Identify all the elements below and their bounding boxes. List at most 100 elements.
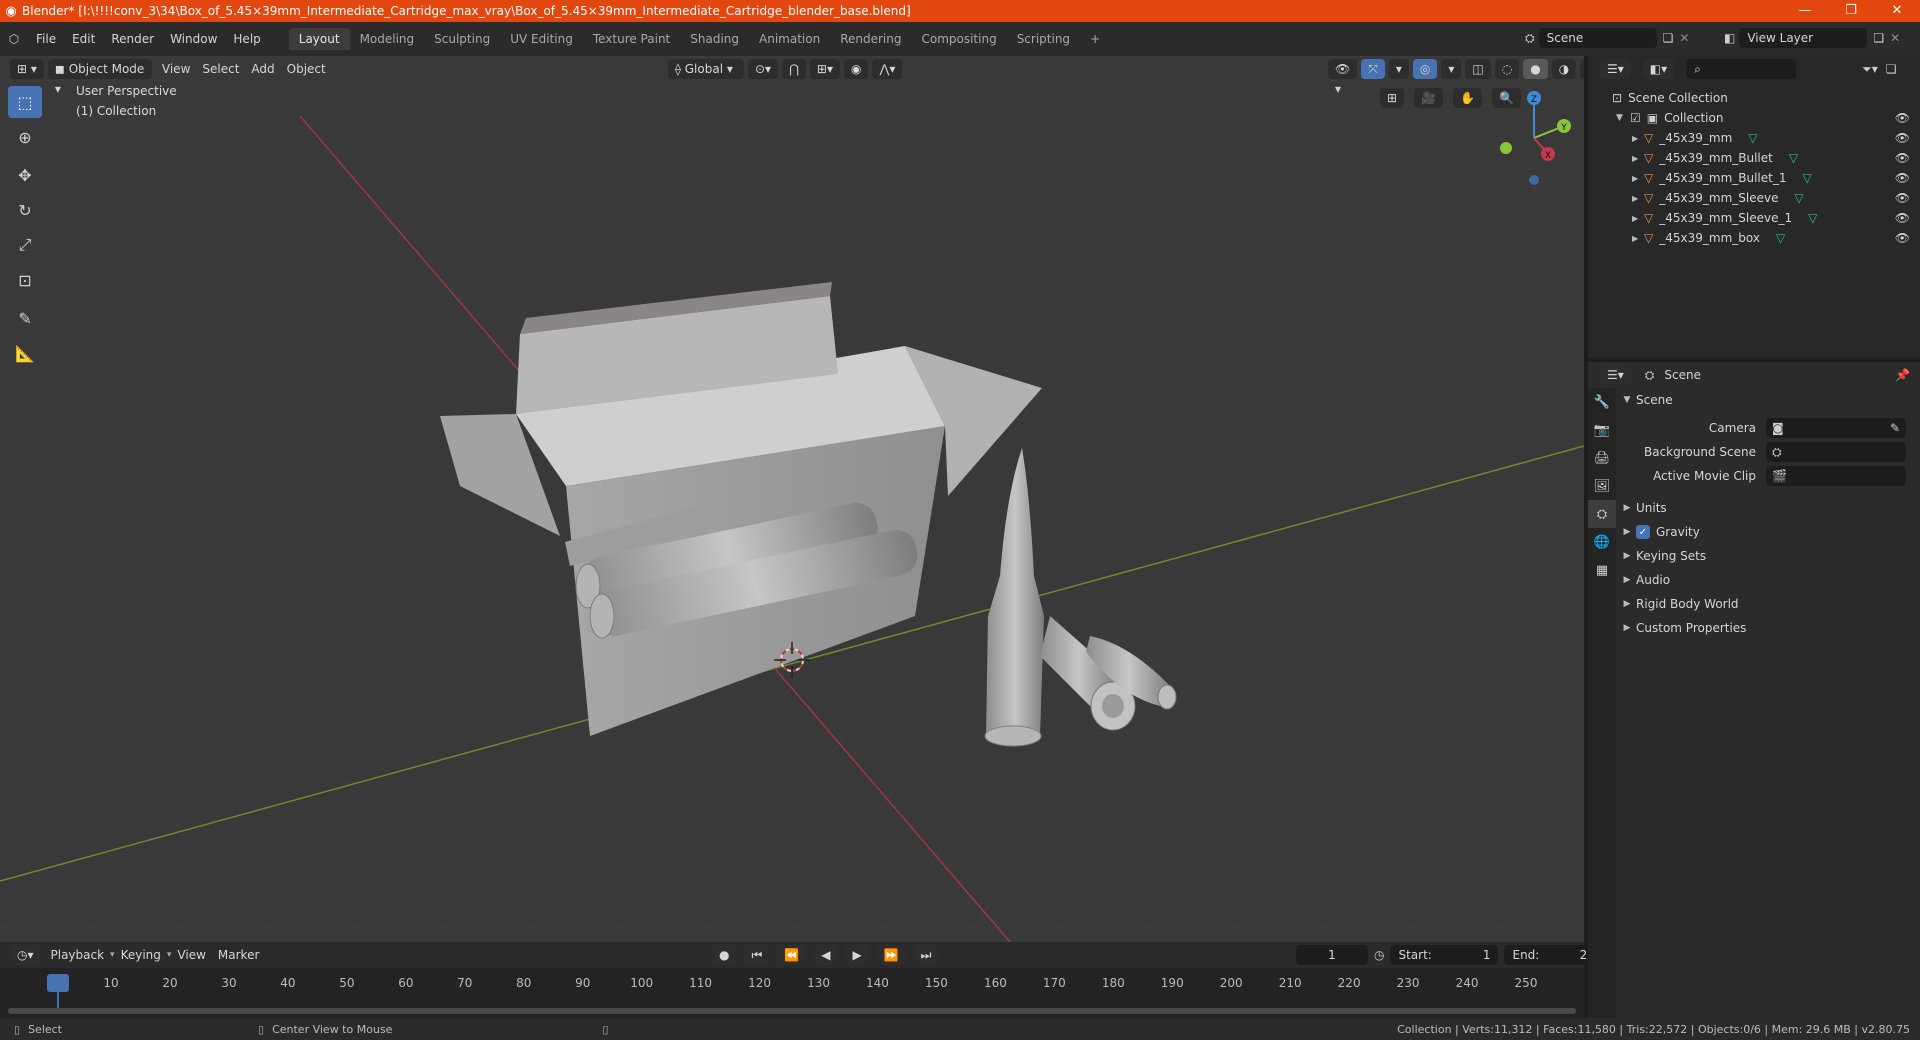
tab-animation[interactable]: Animation — [749, 28, 830, 50]
view-layer-field[interactable]: View Layer — [1739, 28, 1868, 48]
outliner-editor-type-icon[interactable]: ☰▾ — [1600, 59, 1631, 79]
scene-tab-icon[interactable]: ⛭ — [1588, 500, 1616, 528]
falloff-icon[interactable]: ⋀▾ — [872, 59, 903, 79]
world-tab-icon[interactable]: 🌐 — [1588, 528, 1616, 556]
viewport-menu-add[interactable]: Add — [245, 58, 280, 80]
expand-icon[interactable]: ▶ — [1632, 194, 1644, 203]
new-scene-icon[interactable]: ❏ — [1663, 31, 1674, 45]
transform-orientation-selector[interactable]: ⟠ Global ▾ — [668, 59, 744, 79]
expand-icon[interactable]: ▶ — [1632, 134, 1644, 143]
snap-target-icon[interactable]: ⊞▾ — [809, 59, 840, 79]
play-icon[interactable]: ▶ — [845, 945, 869, 965]
eye-icon[interactable]: 👁 — [1895, 231, 1910, 245]
wireframe-shading-icon[interactable]: ◌ — [1494, 59, 1520, 79]
mesh-data-icon[interactable]: ▽ — [1802, 171, 1811, 185]
move-tool-icon[interactable]: ✥ — [8, 159, 42, 191]
snap-icon[interactable]: ⋂ — [782, 59, 806, 79]
menu-window[interactable]: Window — [162, 28, 225, 50]
active-movie-clip-field[interactable]: 🎬 — [1766, 466, 1906, 486]
editor-type-button[interactable]: ⊞ ▾ — [10, 59, 44, 79]
eye-icon[interactable]: 👁 — [1895, 191, 1910, 205]
close-button[interactable]: ✕ — [1874, 0, 1920, 22]
preview-range-icon[interactable]: ◷ — [1374, 948, 1384, 962]
navigation-gizmo[interactable]: Z Y X — [1490, 86, 1574, 190]
viewport-menu-object[interactable]: Object — [281, 58, 332, 80]
new-collection-icon[interactable]: ❏ — [1886, 62, 1897, 76]
timeline-menu-playback[interactable]: Playback — [45, 944, 111, 966]
blender-menu-icon[interactable]: ⬡ — [0, 32, 28, 46]
subpanel-header[interactable]: ▶ Units — [1618, 496, 1918, 520]
playhead[interactable] — [47, 974, 69, 992]
minimize-button[interactable]: — — [1782, 0, 1828, 22]
outliner-search-input[interactable]: ⌕ — [1686, 59, 1797, 79]
pin-icon[interactable]: 📌 — [1895, 368, 1910, 382]
expand-icon[interactable]: ▶ — [1632, 214, 1644, 223]
proportional-edit-icon[interactable]: ◉ — [844, 59, 869, 79]
timeline-editor-type-icon[interactable]: ◷▾ — [10, 945, 41, 965]
xray-icon[interactable]: ◫ — [1465, 59, 1491, 79]
toggle-ortho-icon[interactable]: ⊞ — [1380, 88, 1405, 108]
select-box-tool-icon[interactable]: ⬚ — [8, 86, 42, 118]
scale-tool-icon[interactable]: ⤢ — [8, 229, 42, 261]
render-tab-icon[interactable]: 📷 — [1588, 416, 1616, 444]
collection-checkbox[interactable]: ☑ — [1630, 111, 1641, 125]
camera-field[interactable]: ◙ ✎ — [1766, 418, 1906, 438]
rendered-shading-icon[interactable]: ◐ — [1580, 59, 1584, 79]
outliner-collection[interactable]: ▼ ☑ ▣ Collection 👁 — [1588, 108, 1920, 128]
cursor-tool-icon[interactable]: ⊕ — [8, 121, 42, 153]
outliner-object-row[interactable]: ▶ ▽ _45x39_mm_box ▽ 👁 — [1588, 228, 1920, 248]
properties-editor-type-icon[interactable]: ☰▾ — [1600, 365, 1631, 385]
eye-icon[interactable]: 👁 — [1895, 171, 1910, 185]
tool-tab-icon[interactable]: 🔧 — [1588, 388, 1616, 416]
subpanel-header[interactable]: ▶ Custom Properties — [1618, 616, 1918, 640]
eye-icon[interactable]: 👁 — [1895, 131, 1910, 145]
mesh-data-icon[interactable]: ▽ — [1808, 211, 1817, 225]
add-workspace-button[interactable]: + — [1080, 28, 1110, 50]
viewport-menu-view[interactable]: View — [156, 58, 196, 80]
tab-shading[interactable]: Shading — [680, 28, 749, 50]
view-layer-icon[interactable]: ◧ — [1724, 31, 1735, 45]
annotate-tool-icon[interactable]: ✎ — [8, 302, 42, 334]
subpanel-header[interactable]: ▶ ✓ Gravity — [1618, 520, 1918, 544]
measure-tool-icon[interactable]: 📐 — [8, 337, 42, 369]
tab-texture-paint[interactable]: Texture Paint — [583, 28, 680, 50]
remove-view-layer-icon[interactable]: ✕ — [1890, 31, 1900, 45]
outliner-scene-collection[interactable]: ⊡ Scene Collection — [1588, 88, 1920, 108]
tab-uv-editing[interactable]: UV Editing — [500, 28, 583, 50]
expand-icon[interactable]: ▶ — [1632, 174, 1644, 183]
timeline-scrollbar[interactable] — [8, 1008, 1576, 1014]
pan-view-icon[interactable]: ✋ — [1453, 88, 1482, 108]
eye-icon[interactable]: 👁 — [1895, 211, 1910, 225]
material-shading-icon[interactable]: ◑ — [1551, 59, 1577, 79]
jump-end-icon[interactable]: ⏭ — [913, 945, 939, 965]
tab-compositing[interactable]: Compositing — [911, 28, 1006, 50]
collapse-icon[interactable]: ▼ — [1616, 113, 1630, 123]
background-scene-field[interactable]: ⛭ — [1766, 442, 1906, 462]
solid-shading-icon[interactable]: ● — [1523, 59, 1548, 79]
camera-view-icon[interactable]: 🎥 — [1414, 88, 1444, 108]
mesh-data-icon[interactable]: ▽ — [1776, 231, 1785, 245]
expand-icon[interactable]: ▶ — [1632, 154, 1644, 163]
subpanel-header[interactable]: ▶ Keying Sets — [1618, 544, 1918, 568]
play-reverse-icon[interactable]: ◀ — [814, 945, 838, 965]
tab-layout[interactable]: Layout — [288, 28, 350, 50]
overlay-toggle-icon[interactable]: ◎ — [1412, 59, 1438, 79]
view-layer-tab-icon[interactable]: 🖼 — [1588, 472, 1616, 500]
output-tab-icon[interactable]: 🖨 — [1588, 444, 1616, 472]
eye-icon[interactable]: 👁 — [1895, 151, 1910, 165]
record-icon[interactable]: ● — [712, 945, 737, 965]
expand-icon[interactable]: ▶ — [1632, 234, 1644, 243]
subpanel-header[interactable]: ▶ Rigid Body World — [1618, 592, 1918, 616]
new-view-layer-icon[interactable]: ❏ — [1873, 31, 1884, 45]
jump-start-icon[interactable]: ⏮ — [744, 945, 770, 965]
overlay-dropdown-icon[interactable]: ▾ — [1441, 59, 1462, 79]
menu-edit[interactable]: Edit — [64, 28, 103, 50]
remove-scene-icon[interactable]: ✕ — [1679, 31, 1689, 45]
scene-panel-header[interactable]: ▼ Scene — [1618, 388, 1918, 412]
timeline-ruler[interactable]: 1102030405060708090100110120130140150160… — [0, 968, 1584, 1018]
gizmo-dropdown-icon[interactable]: ▾ — [1388, 59, 1409, 79]
eye-icon[interactable]: 👁 — [1895, 111, 1910, 125]
gizmo-toggle-icon[interactable]: ⤧ — [1361, 59, 1385, 79]
transform-tool-icon[interactable]: ⊡ — [8, 264, 42, 296]
mesh-data-icon[interactable]: ▽ — [1748, 131, 1757, 145]
